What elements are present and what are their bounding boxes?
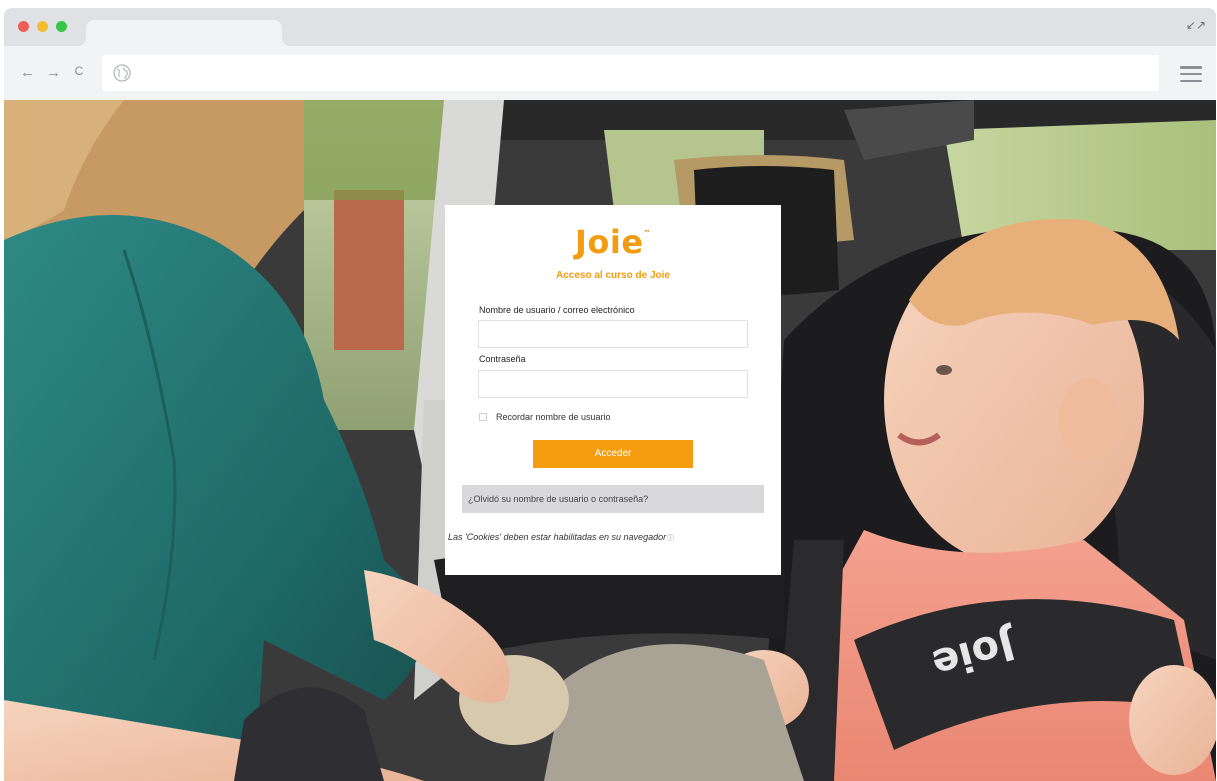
close-window-button[interactable] bbox=[18, 21, 29, 32]
window-controls bbox=[18, 21, 67, 32]
menu-icon[interactable] bbox=[1180, 66, 1202, 82]
maximize-window-button[interactable] bbox=[56, 21, 67, 32]
password-input[interactable] bbox=[478, 370, 748, 398]
login-card: Joie™ Acceso al curso de Joie Nombre de … bbox=[445, 205, 781, 575]
page-viewport: Joie Joie™ Acceso al curso de Joie Nombr… bbox=[4, 100, 1216, 781]
help-icon[interactable]: ⓘ bbox=[667, 535, 674, 542]
cookies-note: Las 'Cookies' deben estar habilitadas en… bbox=[448, 532, 778, 543]
username-input[interactable] bbox=[478, 320, 748, 348]
cookies-note-text: Las 'Cookies' deben estar habilitadas en… bbox=[448, 532, 667, 542]
remember-username-checkbox[interactable] bbox=[479, 413, 487, 421]
browser-toolbar: ← → C bbox=[4, 46, 1216, 100]
address-bar[interactable] bbox=[102, 55, 1159, 91]
login-button[interactable]: Acceder bbox=[533, 440, 693, 468]
forgot-credentials-link[interactable]: ¿Olvidó su nombre de usuario o contraseñ… bbox=[462, 485, 764, 513]
globe-icon bbox=[113, 64, 131, 82]
reload-icon[interactable]: C bbox=[72, 64, 86, 81]
browser-window: ↙↗ ← → C Joie Joie™ Acceso al curso de J… bbox=[4, 8, 1216, 781]
password-label: Contraseña bbox=[479, 354, 526, 364]
back-icon[interactable]: ← bbox=[20, 64, 35, 81]
expand-icon[interactable]: ↙↗ bbox=[1186, 18, 1206, 32]
tab-strip: ↙↗ bbox=[4, 8, 1216, 46]
brand-logo: Joie™ bbox=[574, 223, 652, 261]
remember-username-label[interactable]: Recordar nombre de usuario bbox=[496, 412, 611, 422]
browser-tab[interactable] bbox=[78, 20, 290, 46]
forward-icon[interactable]: → bbox=[46, 64, 61, 81]
nav-buttons: ← → C bbox=[20, 64, 86, 81]
page-subtitle: Acceso al curso de Joie bbox=[556, 270, 670, 281]
username-label: Nombre de usuario / correo electrónico bbox=[479, 305, 635, 315]
minimize-window-button[interactable] bbox=[37, 21, 48, 32]
